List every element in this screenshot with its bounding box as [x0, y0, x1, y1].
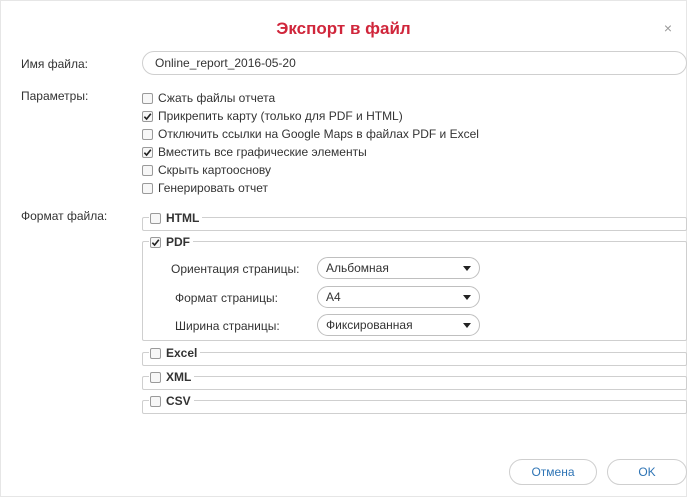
- option-label: Скрыть картооснову: [158, 163, 272, 177]
- option-label: Генерировать отчет: [158, 181, 269, 195]
- check-icon: [143, 148, 152, 156]
- option-label: Вместить все графические элементы: [158, 145, 367, 159]
- format-pdf-label: PDF: [166, 235, 190, 249]
- orientation-value: Альбомная: [326, 261, 389, 275]
- option-label: Отключить ссылки на Google Maps в файлах…: [158, 127, 479, 141]
- filename-input[interactable]: [142, 51, 687, 75]
- checkbox[interactable]: [150, 347, 161, 359]
- page-format-label: Формат страницы:: [175, 291, 278, 305]
- option-disable-gmaps-links[interactable]: Отключить ссылки на Google Maps в файлах…: [142, 126, 479, 142]
- dialog-title: Экспорт в файл: [276, 19, 411, 38]
- format-excel-toggle[interactable]: Excel: [149, 345, 201, 361]
- format-xml-label: XML: [166, 370, 192, 384]
- checkbox[interactable]: [150, 395, 161, 407]
- page-width-value: Фиксированная: [326, 318, 413, 332]
- option-compress[interactable]: Сжать файлы отчета: [142, 90, 275, 106]
- page-format-select[interactable]: A4: [317, 286, 480, 308]
- format-group-html: HTML: [142, 210, 687, 231]
- option-attach-map[interactable]: Прикрепить карту (только для PDF и HTML): [142, 108, 403, 124]
- checkbox[interactable]: [142, 92, 153, 104]
- page-format-value: A4: [326, 290, 341, 304]
- checkbox[interactable]: [150, 371, 161, 383]
- checkbox-checked[interactable]: [150, 236, 161, 248]
- cancel-button[interactable]: Отмена: [509, 459, 597, 485]
- params-label: Параметры:: [21, 89, 89, 103]
- option-label: Сжать файлы отчета: [158, 91, 276, 105]
- export-dialog: Экспорт в файл × Имя файла: Параметры: С…: [0, 0, 687, 497]
- check-icon: [143, 112, 152, 120]
- format-group-excel: Excel: [142, 345, 687, 366]
- option-label: Прикрепить карту (только для PDF и HTML): [158, 109, 403, 123]
- orientation-select[interactable]: Альбомная: [317, 257, 480, 279]
- filename-label: Имя файла:: [21, 57, 88, 71]
- format-xml-toggle[interactable]: XML: [149, 369, 195, 385]
- ok-button[interactable]: OK: [607, 459, 687, 485]
- format-html-toggle[interactable]: HTML: [149, 210, 203, 226]
- option-fit-graphics[interactable]: Вместить все графические элементы: [142, 144, 367, 160]
- close-icon[interactable]: ×: [664, 21, 672, 35]
- format-pdf-toggle[interactable]: PDF: [149, 234, 193, 250]
- check-icon: [151, 238, 160, 246]
- checkbox[interactable]: [142, 128, 153, 140]
- checkbox[interactable]: [142, 182, 153, 194]
- page-width-select[interactable]: Фиксированная: [317, 314, 480, 336]
- chevron-down-icon: [463, 322, 471, 328]
- format-csv-toggle[interactable]: CSV: [149, 393, 194, 409]
- format-html-label: HTML: [166, 211, 200, 225]
- page-width-label: Ширина страницы:: [175, 319, 280, 333]
- format-group-csv: CSV: [142, 393, 687, 414]
- orientation-label: Ориентация страницы:: [171, 262, 300, 276]
- chevron-down-icon: [463, 294, 471, 300]
- option-hide-basemap[interactable]: Скрыть картооснову: [142, 162, 271, 178]
- checkbox-checked[interactable]: [142, 110, 153, 122]
- chevron-down-icon: [463, 265, 471, 271]
- format-csv-label: CSV: [166, 394, 191, 408]
- checkbox[interactable]: [150, 212, 161, 224]
- checkbox-checked[interactable]: [142, 146, 153, 158]
- format-group-xml: XML: [142, 369, 687, 390]
- format-label: Формат файла:: [21, 209, 108, 223]
- format-excel-label: Excel: [166, 346, 198, 360]
- checkbox[interactable]: [142, 164, 153, 176]
- option-generate-report[interactable]: Генерировать отчет: [142, 180, 268, 196]
